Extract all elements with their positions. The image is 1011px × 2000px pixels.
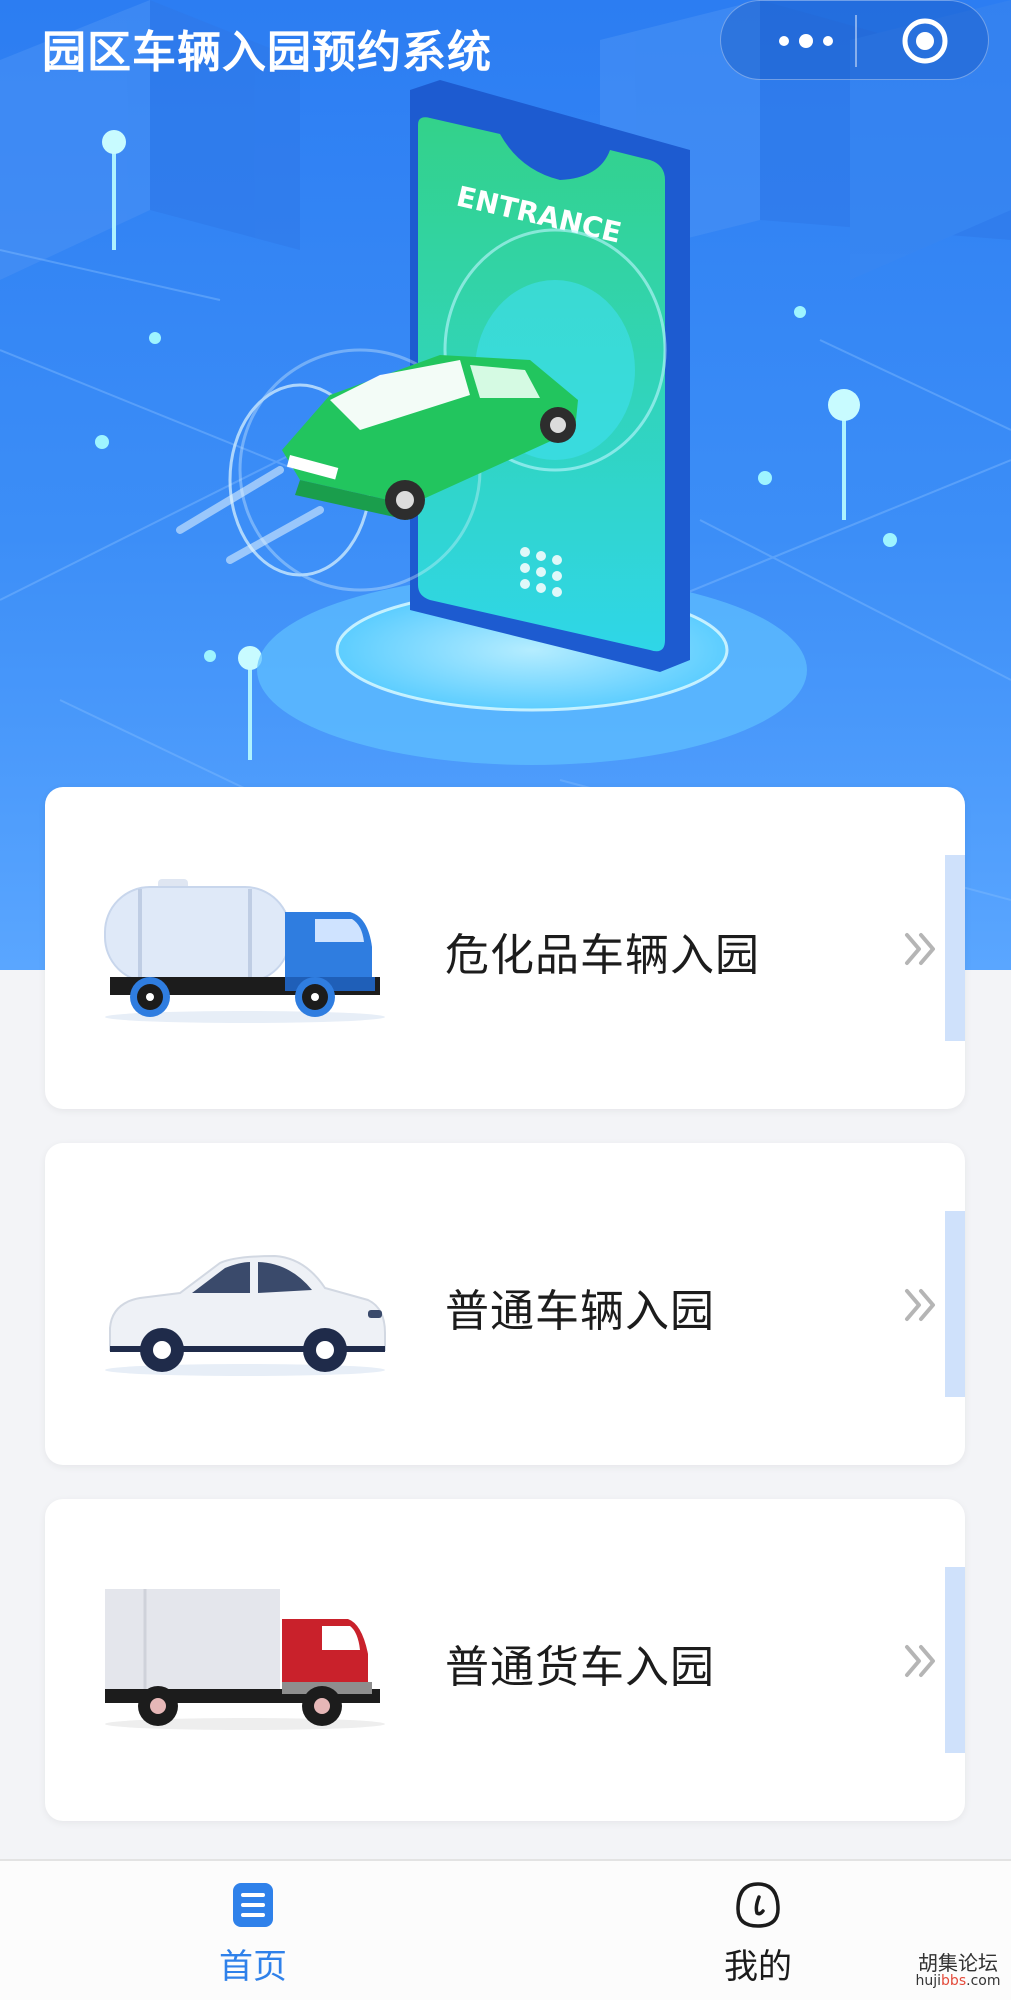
user-profile-icon [736,1882,780,1928]
close-target-icon[interactable] [899,15,951,67]
card-accent-strip [945,1567,965,1753]
tab-home-label: 首页 [219,1947,287,1987]
double-chevron-right-icon [905,1289,935,1321]
menu-card-car[interactable]: 普通车辆入园 [45,1143,965,1465]
menu-label-car: 普通车辆入园 [445,1286,715,1337]
card-accent-strip [945,855,965,1041]
tab-mine[interactable]: 我的 [658,1881,858,1991]
bottom-tab-bar: 首页 我的 [0,1859,1011,2000]
double-chevron-right-icon [905,1645,935,1677]
tab-home[interactable]: 首页 [153,1881,353,1991]
card-accent-strip [945,1211,965,1397]
menu-label-hazardous: 危化品车辆入园 [445,930,760,981]
capsule-divider [855,15,857,67]
tanker-truck-icon [104,879,385,1023]
watermark-url: hujibbs.com [908,1973,1008,1989]
menu-card-hazardous[interactable]: 危化品车辆入园 [45,787,965,1109]
sedan-car-icon [105,1254,386,1376]
watermark-name: 胡集论坛 [918,1951,998,1975]
home-list-icon [233,1883,273,1927]
tab-mine-label: 我的 [724,1947,792,1987]
menu-card-truck[interactable]: 普通货车入园 [45,1499,965,1821]
watermark-url-suffix: .com [966,1973,1001,1989]
watermark-url-prefix: huji [915,1973,942,1989]
double-chevron-right-icon [905,933,935,965]
cargo-truck-icon [105,1589,385,1730]
mini-program-capsule [720,0,989,80]
watermark: 胡集论坛 hujibbs.com [908,1952,1008,1989]
more-icon[interactable] [761,29,851,53]
page-title: 园区车辆入园预约系统 [42,27,492,78]
menu-label-truck: 普通货车入园 [445,1642,715,1693]
watermark-url-highlight: bbs [941,1973,967,1989]
